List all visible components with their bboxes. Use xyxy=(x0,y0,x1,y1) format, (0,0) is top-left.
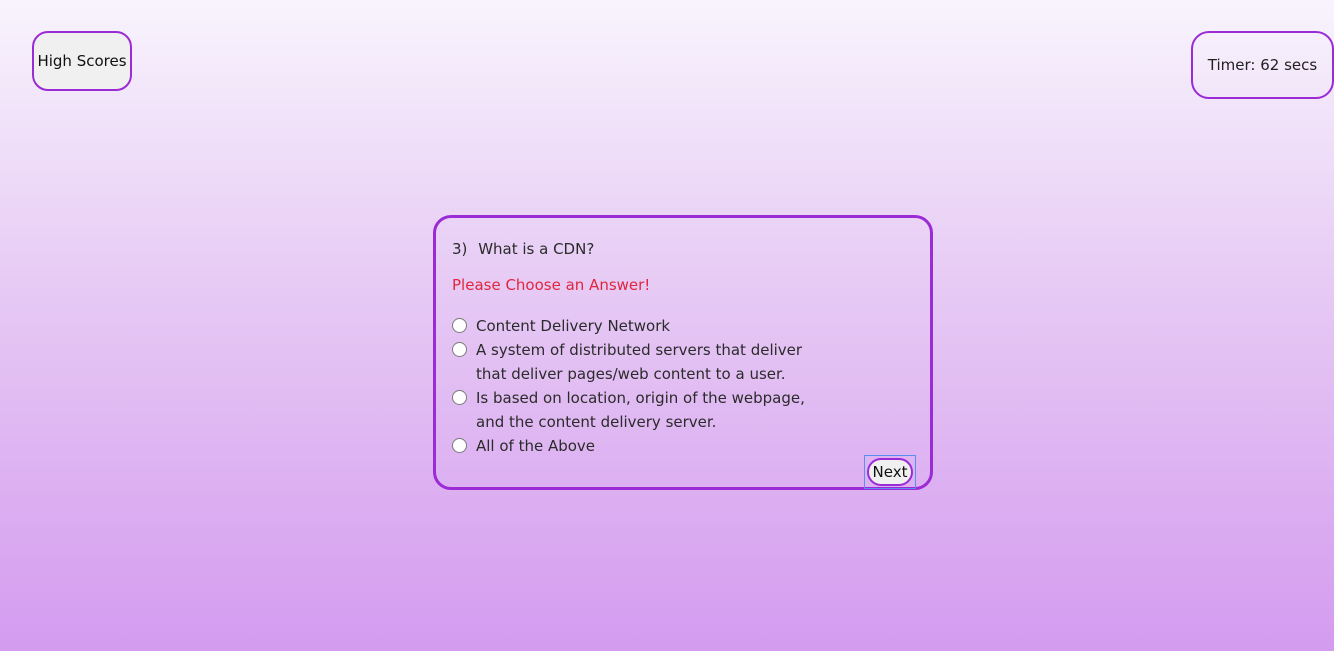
question-text: What is a CDN? xyxy=(478,240,595,258)
next-button-focus-ring: Next xyxy=(864,455,916,489)
radio-button[interactable] xyxy=(452,390,467,405)
radio-button[interactable] xyxy=(452,318,467,333)
question-heading: 3) What is a CDN? xyxy=(452,240,594,258)
radio-button[interactable] xyxy=(452,438,467,453)
timer-display: Timer: 62 secs xyxy=(1191,31,1334,99)
answer-label: Is based on location, origin of the webp… xyxy=(476,389,805,431)
answer-label: Content Delivery Network xyxy=(476,317,671,335)
answer-option-2[interactable]: A system of distributed servers that del… xyxy=(452,338,822,386)
answer-list: Content Delivery Network A system of dis… xyxy=(452,314,822,458)
next-button[interactable]: Next xyxy=(867,458,913,486)
answer-option-3[interactable]: Is based on location, origin of the webp… xyxy=(452,386,822,434)
high-scores-button[interactable]: High Scores xyxy=(32,31,132,91)
answer-label: All of the Above xyxy=(476,437,596,455)
quiz-card: 3) What is a CDN? Please Choose an Answe… xyxy=(433,215,933,490)
answer-label: A system of distributed servers that del… xyxy=(476,341,803,383)
answer-option-1[interactable]: Content Delivery Network xyxy=(452,314,822,338)
question-number: 3) xyxy=(452,240,468,258)
answer-option-4[interactable]: All of the Above xyxy=(452,434,822,458)
radio-button[interactable] xyxy=(452,342,467,357)
choose-answer-warning: Please Choose an Answer! xyxy=(452,276,651,294)
